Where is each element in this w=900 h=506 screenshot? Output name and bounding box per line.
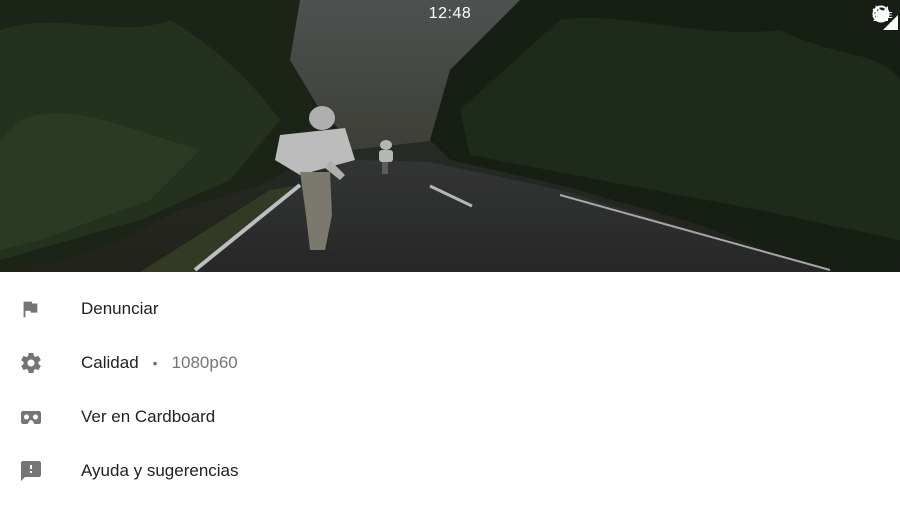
feedback-icon xyxy=(0,459,81,483)
clock: 12:48 xyxy=(428,5,472,22)
options-menu: Denunciar Calidad • 1080p60 Ver en Cardb… xyxy=(0,272,900,506)
status-bar: 12:48 LTE xyxy=(0,0,900,30)
video-player[interactable]: 12:48 LTE xyxy=(0,0,900,272)
menu-item-label: Ver en Cardboard xyxy=(81,407,216,426)
flag-icon xyxy=(0,298,81,320)
cardboard-icon xyxy=(0,405,81,429)
status-icons: LTE xyxy=(872,5,898,30)
gear-icon xyxy=(0,351,81,375)
menu-item-quality[interactable]: Calidad • 1080p60 xyxy=(0,336,900,390)
video-frame xyxy=(0,0,900,272)
menu-item-cardboard[interactable]: Ver en Cardboard xyxy=(0,390,900,444)
quality-value: 1080p60 xyxy=(171,353,238,372)
menu-item-label: Ayuda y sugerencias xyxy=(81,461,239,480)
menu-item-label: Calidad xyxy=(81,353,139,372)
menu-item-separator: • xyxy=(152,355,158,371)
menu-item-report[interactable]: Denunciar xyxy=(0,282,900,336)
menu-item-help-feedback[interactable]: Ayuda y sugerencias xyxy=(0,444,900,498)
menu-item-label: Denunciar xyxy=(81,299,159,318)
